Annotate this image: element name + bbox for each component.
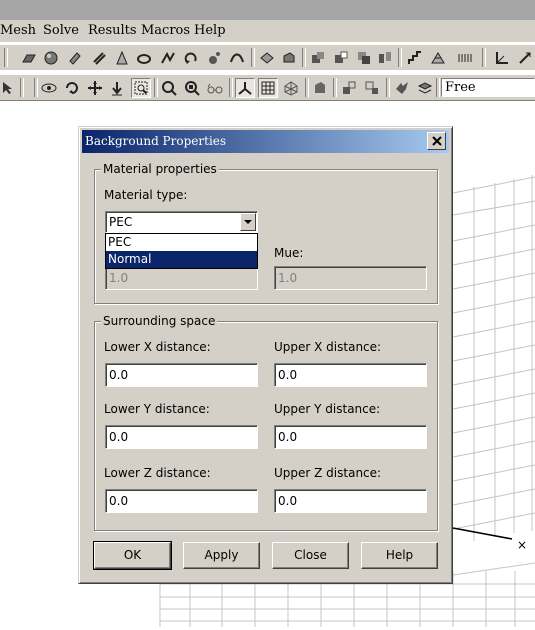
- eps-field: 1.0: [105, 266, 258, 290]
- lower-z-field[interactable]: 0.0: [105, 489, 258, 513]
- background-properties-dialog: Background Properties Material propertie…: [78, 126, 453, 584]
- measure-icon[interactable]: [516, 49, 534, 67]
- upper-x-field[interactable]: 0.0: [274, 363, 427, 387]
- lower-y-field[interactable]: 0.0: [105, 425, 258, 449]
- material-type-label: Material type:: [104, 188, 188, 202]
- menu-mesh[interactable]: Mesh: [0, 23, 36, 38]
- view-front-icon[interactable]: [340, 79, 358, 97]
- pan-icon[interactable]: [86, 79, 104, 97]
- boolean-union-icon[interactable]: [309, 49, 327, 67]
- material-type-combo[interactable]: PEC: [105, 211, 258, 233]
- view-mode-combo[interactable]: Free: [441, 78, 535, 97]
- surrounding-space-label: Surrounding space: [101, 314, 218, 328]
- plane-icon[interactable]: [20, 49, 38, 67]
- grid-icon[interactable]: [258, 78, 278, 98]
- axis-triad-icon[interactable]: [235, 78, 255, 98]
- wire-icon[interactable]: [90, 49, 108, 67]
- zoom-window-icon[interactable]: [131, 78, 151, 98]
- mue-field: 1.0: [274, 266, 427, 290]
- view-eye-icon[interactable]: [40, 79, 58, 97]
- dialog-titlebar[interactable]: Background Properties: [82, 130, 449, 153]
- layers-icon[interactable]: [416, 79, 434, 97]
- lower-y-label: Lower Y distance:: [104, 402, 210, 416]
- pointer-icon[interactable]: [0, 79, 18, 97]
- upper-z-field[interactable]: 0.0: [274, 489, 427, 513]
- window-title-strip: [0, 0, 535, 20]
- material-type-value: PEC: [109, 215, 133, 229]
- material-type-dropdown-list: PEC Normal: [105, 233, 258, 269]
- toolbar-geometry: [0, 44, 535, 70]
- material-properties-label: Material properties: [101, 162, 219, 176]
- view-side-icon[interactable]: [363, 79, 381, 97]
- polyline-icon[interactable]: [159, 49, 177, 67]
- zoom-fit-icon[interactable]: [183, 79, 201, 97]
- apply-button[interactable]: Apply: [183, 542, 260, 569]
- upper-y-field[interactable]: 0.0: [274, 425, 427, 449]
- menu-macros[interactable]: Macros: [141, 23, 190, 38]
- menu-help[interactable]: Help: [194, 23, 226, 38]
- wireframe-icon[interactable]: [282, 79, 300, 97]
- stairs-icon[interactable]: [406, 49, 424, 67]
- split-icon[interactable]: [376, 49, 394, 67]
- menubar: Mesh Solve Results Macros Help: [0, 20, 535, 42]
- ok-button[interactable]: OK: [93, 541, 172, 570]
- shade-icon[interactable]: [311, 79, 329, 97]
- close-icon[interactable]: [427, 132, 446, 150]
- axis-marker: ×: [517, 538, 527, 552]
- dropdown-option-pec[interactable]: PEC: [106, 234, 257, 251]
- lower-x-label: Lower X distance:: [104, 340, 211, 354]
- dropdown-option-normal[interactable]: Normal: [106, 251, 257, 268]
- hide-icon[interactable]: [393, 79, 411, 97]
- upper-x-label: Upper X distance:: [274, 340, 382, 354]
- move-down-icon[interactable]: [108, 79, 126, 97]
- rotate-icon[interactable]: [182, 49, 200, 67]
- close-button[interactable]: Close: [272, 542, 349, 569]
- upper-y-label: Upper Y distance:: [274, 402, 381, 416]
- point-icon[interactable]: [205, 49, 223, 67]
- axis-line: [452, 527, 513, 540]
- lower-z-label: Lower Z distance:: [104, 466, 211, 480]
- glasses-icon[interactable]: [206, 79, 224, 97]
- wave-icon[interactable]: [456, 49, 474, 67]
- boolean-subtract-icon[interactable]: [332, 49, 350, 67]
- curve-icon[interactable]: [228, 49, 246, 67]
- cylinder-icon[interactable]: [66, 49, 84, 67]
- torus-icon[interactable]: [135, 49, 153, 67]
- mue-label: Mue:: [274, 246, 304, 260]
- mesh-icon[interactable]: [429, 49, 447, 67]
- lower-x-field[interactable]: 0.0: [105, 363, 258, 387]
- axes-icon[interactable]: [493, 49, 511, 67]
- cone-icon[interactable]: [113, 49, 131, 67]
- upper-z-label: Upper Z distance:: [274, 466, 382, 480]
- rotate-view-icon[interactable]: [63, 79, 81, 97]
- boolean-intersect-icon[interactable]: [355, 49, 373, 67]
- chevron-down-icon[interactable]: [240, 213, 256, 231]
- zoom-icon[interactable]: [160, 79, 178, 97]
- dialog-title: Background Properties: [85, 134, 227, 148]
- toolbar-view: Free: [0, 74, 535, 100]
- extrude-icon[interactable]: [280, 49, 298, 67]
- help-button[interactable]: Help: [361, 542, 438, 569]
- surface-icon[interactable]: [258, 49, 276, 67]
- menu-results[interactable]: Results: [88, 23, 137, 38]
- sphere-icon[interactable]: [42, 49, 60, 67]
- menu-solve[interactable]: Solve: [43, 23, 79, 38]
